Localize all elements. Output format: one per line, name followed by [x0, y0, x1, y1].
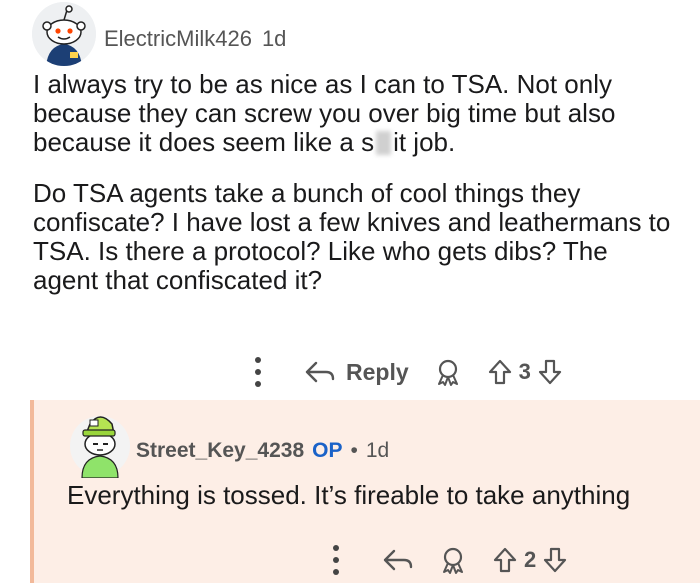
comment-paragraph: I always try to be as nice as I can to T…: [33, 70, 673, 157]
award-button[interactable]: [438, 545, 468, 575]
comment-parent: ElectricMilk426 1d I always try to be as …: [0, 0, 700, 400]
downvote-icon[interactable]: [537, 358, 563, 386]
avatar[interactable]: [32, 2, 96, 66]
downvote-icon[interactable]: [542, 546, 568, 574]
vote-count: 3: [518, 359, 531, 384]
vote-count: 2: [524, 547, 537, 572]
username[interactable]: ElectricMilk426: [104, 26, 252, 51]
comment-text: I always try to be as nice as I can to T…: [33, 69, 616, 157]
award-icon: [443, 547, 463, 574]
comment-header: ElectricMilk426 1d: [104, 26, 286, 52]
upvote-icon[interactable]: [487, 358, 513, 386]
timestamp: 1d: [261, 26, 287, 51]
more-options-icon[interactable]: [252, 357, 264, 387]
timestamp: 1d: [365, 439, 390, 462]
award-button[interactable]: [433, 357, 463, 387]
comment-paragraph: Do TSA agents take a bunch of cool thing…: [33, 178, 671, 295]
more-options-icon[interactable]: [330, 545, 342, 575]
comment-text: it job.: [393, 127, 456, 157]
comment-actions: 2: [330, 540, 568, 580]
comment-header: Street_Key_4238 OP • 1d: [136, 439, 389, 463]
snoo-avatar-icon: [70, 416, 130, 479]
vote-controls: 3: [487, 358, 563, 386]
op-badge: OP: [312, 439, 343, 462]
snoo-avatar-icon: [32, 2, 96, 66]
separator-dot: •: [350, 439, 358, 462]
reply-label: Reply: [346, 358, 409, 385]
award-icon: [437, 359, 458, 386]
reply-arrow-icon: [305, 361, 335, 383]
comment-body: I always try to be as nice as I can to T…: [33, 70, 673, 317]
reply-arrow-icon: [383, 549, 413, 571]
avatar[interactable]: [68, 404, 132, 479]
comment-body: Everything is tossed. It’s fireable to t…: [67, 480, 631, 510]
username[interactable]: Street_Key_4238: [136, 439, 304, 462]
reply-button[interactable]: Reply: [304, 359, 409, 386]
upvote-icon[interactable]: [492, 546, 518, 574]
censor-blur: [376, 131, 392, 155]
comment-actions: Reply 3: [252, 352, 563, 392]
reply-button[interactable]: [382, 548, 414, 572]
vote-controls: 2: [492, 546, 568, 574]
